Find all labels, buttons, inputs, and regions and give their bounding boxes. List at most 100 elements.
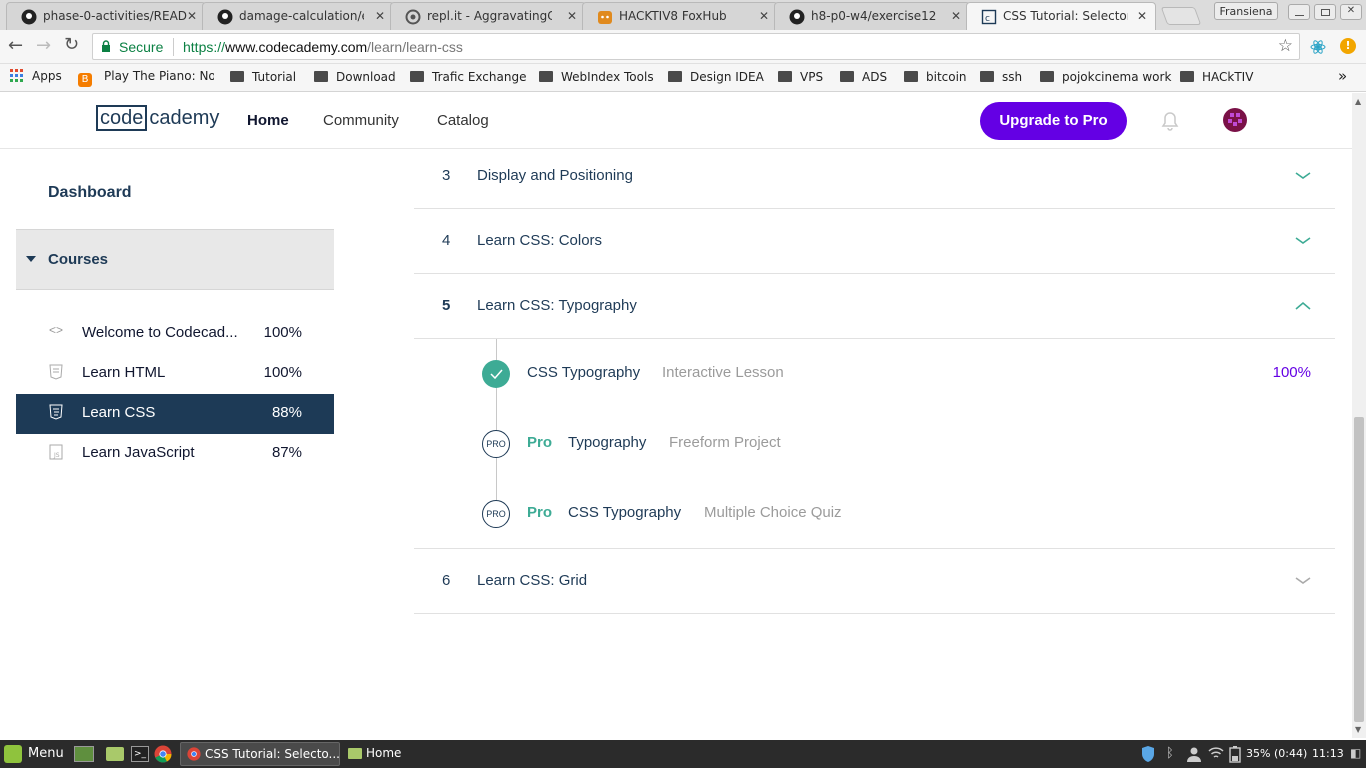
unit-row-expanded[interactable]: 5 Learn CSS: Typography	[414, 274, 1335, 339]
upgrade-to-pro-button[interactable]: Upgrade to Pro	[980, 102, 1127, 140]
extension-react-icon[interactable]	[1310, 39, 1326, 55]
bookmark-star-icon[interactable]: ☆	[1278, 36, 1293, 56]
sidebar-course-welcome[interactable]: <> Welcome to Codecad... 100%	[16, 314, 334, 354]
chevron-down-icon[interactable]	[1295, 576, 1311, 586]
bookmark-item[interactable]: Download	[314, 70, 396, 84]
sidebar-course-html[interactable]: Learn HTML 100%	[16, 354, 334, 394]
nav-catalog[interactable]: Catalog	[437, 112, 489, 129]
close-tab-icon[interactable]: ✕	[567, 9, 577, 23]
chevron-down-icon[interactable]	[1295, 171, 1311, 181]
menu-button[interactable]: Menu	[28, 746, 64, 761]
power-icon[interactable]: ◧	[1350, 746, 1361, 760]
lesson-row[interactable]: PRO Pro Typography Freeform Project	[414, 409, 1335, 479]
chrome-menu-alert-icon[interactable]: !	[1340, 38, 1356, 54]
scroll-up-arrow-icon[interactable]: ▲	[1355, 97, 1361, 106]
lesson-row[interactable]: CSS Typography Interactive Lesson 100%	[414, 339, 1335, 409]
browser-tab[interactable]: phase-0-activities/READ ✕	[6, 2, 206, 30]
browser-tab[interactable]: repl.it - AggravatingClie ✕	[390, 2, 586, 30]
pro-badge-icon: PRO	[482, 430, 510, 458]
terminal-icon[interactable]: >_	[131, 746, 149, 762]
unit-title: Learn CSS: Colors	[477, 232, 603, 249]
profile-button[interactable]: Fransiena	[1214, 2, 1278, 20]
reload-icon[interactable]: ↻	[64, 36, 79, 54]
close-tab-icon[interactable]: ✕	[951, 9, 961, 23]
bookmark-item[interactable]: VPS	[778, 70, 823, 84]
html5-icon	[49, 364, 63, 380]
nav-home[interactable]: Home	[247, 112, 289, 129]
back-arrow-icon[interactable]: ←	[8, 37, 23, 55]
clock[interactable]: 11:13	[1312, 747, 1344, 760]
user-avatar[interactable]	[1223, 108, 1247, 132]
mint-menu-icon[interactable]	[4, 745, 22, 763]
battery-icon[interactable]	[1228, 745, 1242, 763]
scroll-down-arrow-icon[interactable]: ▼	[1355, 725, 1361, 734]
tab-title: CSS Tutorial: Selectors,	[1003, 9, 1128, 23]
pro-label: Pro	[527, 504, 553, 521]
course-progress: 100%	[263, 364, 302, 381]
bookmark-apps[interactable]: Apps	[10, 69, 62, 83]
bookmark-item[interactable]: ssh	[980, 70, 1022, 84]
bookmark-item[interactable]: Design IDEA	[668, 70, 764, 84]
bookmark-label: pojokcinema work	[1062, 70, 1172, 84]
forward-arrow-icon[interactable]: →	[36, 37, 51, 55]
maximize-button[interactable]	[1314, 4, 1336, 20]
files-icon[interactable]	[106, 747, 124, 761]
shield-icon[interactable]	[1140, 745, 1156, 763]
chrome-icon[interactable]	[154, 745, 172, 763]
close-tab-icon[interactable]: ✕	[1137, 9, 1147, 23]
lesson-row[interactable]: PRO Pro CSS Typography Multiple Choice Q…	[414, 479, 1335, 549]
folder-icon	[980, 71, 994, 82]
folder-icon	[904, 71, 918, 82]
bookmark-item[interactable]: B Play The Piano: Not	[78, 69, 214, 87]
tab-title: damage-calculation/exe	[239, 9, 364, 23]
taskbar-window-home[interactable]: Home	[344, 742, 464, 766]
close-window-button[interactable]: ✕	[1340, 4, 1362, 20]
lesson-type: Multiple Choice Quiz	[704, 504, 842, 521]
browser-tab-active[interactable]: c CSS Tutorial: Selectors, ✕	[966, 2, 1156, 30]
address-bar[interactable]: Secure https://www.codecademy.com/learn/…	[92, 33, 1300, 60]
unit-row[interactable]: 3 Display and Positioning	[414, 149, 1335, 209]
bookmarks-overflow-button[interactable]: »	[1338, 67, 1347, 85]
browser-tab[interactable]: damage-calculation/exe ✕	[202, 2, 394, 30]
taskbar-window-chrome[interactable]: CSS Tutorial: Selecto...	[180, 742, 340, 766]
chevron-up-icon[interactable]	[1295, 301, 1311, 311]
courses-section-toggle[interactable]: Courses	[16, 229, 334, 290]
new-tab-button[interactable]	[1160, 7, 1202, 25]
bookmark-item[interactable]: Trafic Exchange	[410, 70, 526, 84]
bluetooth-icon[interactable]: ᛒ	[1166, 746, 1174, 761]
dashboard-link[interactable]: Dashboard	[48, 184, 132, 202]
wifi-icon[interactable]	[1208, 746, 1224, 760]
bookmark-item[interactable]: bitcoin	[904, 70, 967, 84]
unit-row[interactable]: 4 Learn CSS: Colors	[414, 209, 1335, 274]
lock-icon	[102, 40, 110, 52]
bookmark-item[interactable]: Tutorial	[230, 70, 296, 84]
bookmark-label: VPS	[800, 70, 824, 84]
folder-icon	[778, 71, 792, 82]
bookmark-item[interactable]: pojokcinema work	[1040, 70, 1171, 84]
bookmarks-bar: Apps B Play The Piano: Not Tutorial Downl…	[0, 64, 1366, 92]
browser-tab-strip: phase-0-activities/READ ✕ damage-calcula…	[0, 0, 1366, 30]
chevron-down-icon[interactable]	[1295, 236, 1311, 246]
close-tab-icon[interactable]: ✕	[759, 9, 769, 23]
user-icon[interactable]	[1186, 746, 1202, 762]
tab-title: repl.it - AggravatingClie	[427, 9, 552, 23]
notification-bell-icon[interactable]	[1161, 111, 1179, 131]
nav-community[interactable]: Community	[323, 112, 399, 129]
codecademy-logo[interactable]: code cademy	[96, 105, 219, 131]
close-tab-icon[interactable]: ✕	[375, 9, 385, 23]
unit-row[interactable]: 6 Learn CSS: Grid	[414, 548, 1335, 614]
bookmark-item[interactable]: HACkTIV	[1180, 70, 1253, 84]
close-tab-icon[interactable]: ✕	[187, 9, 197, 23]
show-desktop-icon[interactable]	[74, 746, 94, 762]
minimize-button[interactable]	[1288, 4, 1310, 20]
page-scrollbar[interactable]: ▲ ▼	[1352, 93, 1366, 738]
browser-tab[interactable]: HACKTIV8 FoxHub ✕	[582, 2, 778, 30]
sidebar-course-css[interactable]: Learn CSS 88%	[16, 394, 334, 434]
sidebar-course-javascript[interactable]: JS Learn JavaScript 87%	[16, 434, 334, 474]
js-icon: JS	[49, 444, 63, 460]
codecademy-icon: c	[981, 9, 997, 25]
browser-tab[interactable]: h8-p0-w4/exercise12.js ✕	[774, 2, 970, 30]
bookmark-item[interactable]: ADS	[840, 70, 887, 84]
bookmark-item[interactable]: WebIndex Tools	[539, 70, 654, 84]
scrollbar-thumb[interactable]	[1354, 417, 1364, 722]
